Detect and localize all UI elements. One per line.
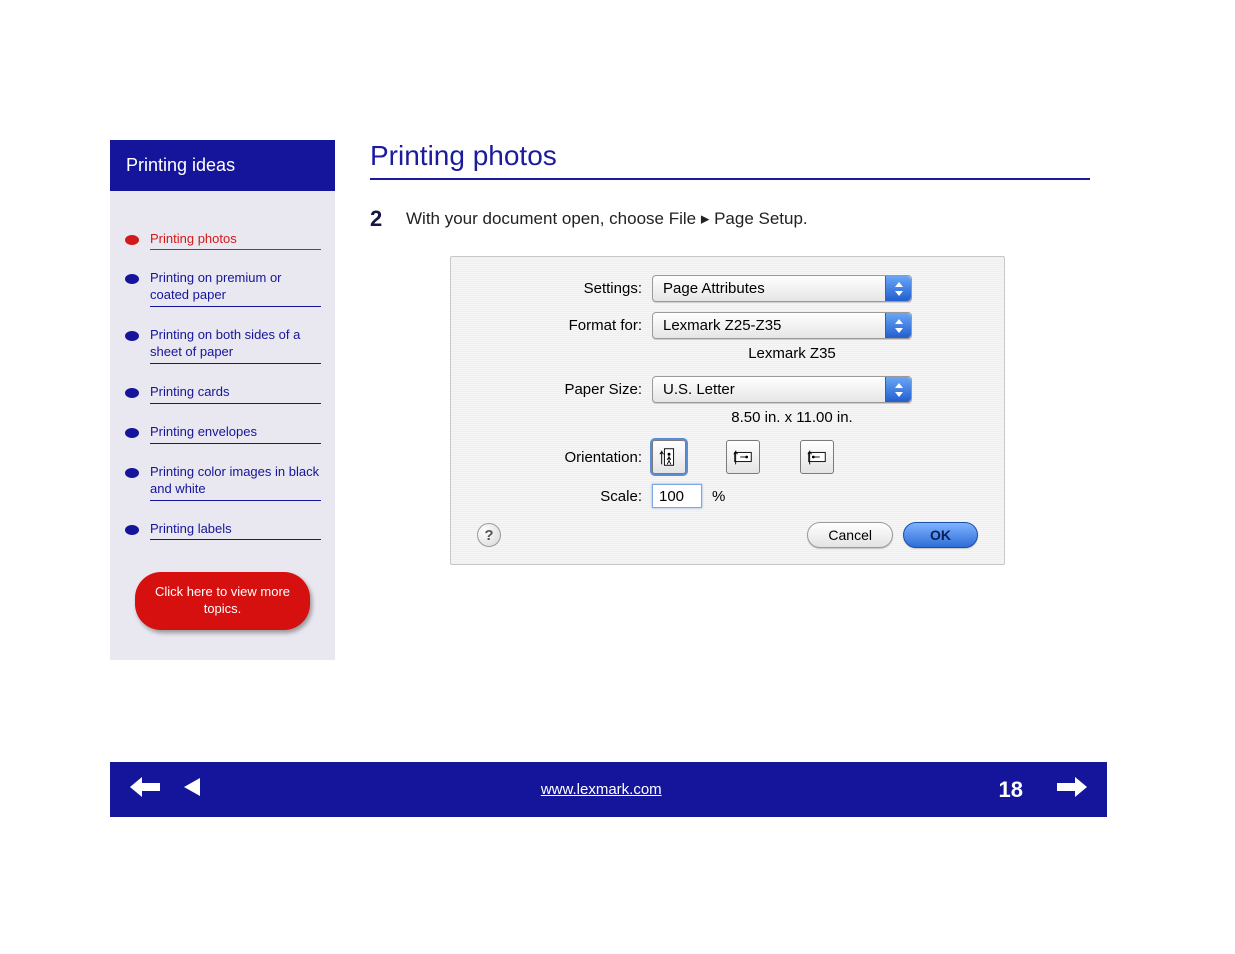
arrow-right-solid-icon xyxy=(1055,775,1089,799)
bullet-icon xyxy=(124,330,140,342)
help-icon: ? xyxy=(484,527,493,544)
orientation-portrait-button[interactable] xyxy=(652,440,686,474)
page-setup-dialog: Settings: Page Attributes Format for: Le… xyxy=(450,256,1005,565)
orientation-row: Orientation: xyxy=(477,440,978,474)
bullet-icon xyxy=(124,427,140,439)
paper-size-label: Paper Size: xyxy=(477,381,652,398)
bullet-icon xyxy=(124,524,140,536)
portrait-icon xyxy=(658,446,680,468)
arrow-left-solid-icon xyxy=(128,775,162,799)
nav-home-button[interactable] xyxy=(128,775,162,804)
format-for-value: Lexmark Z25-Z35 xyxy=(663,317,781,334)
sidebar-item-label: Printing labels xyxy=(150,521,321,541)
sidebar-item-label: Printing on both sides of a sheet of pap… xyxy=(150,327,321,364)
dropdown-arrows-icon xyxy=(885,377,911,402)
bottom-navbar: www.lexmark.com 18 xyxy=(110,762,1107,817)
cancel-button[interactable]: Cancel xyxy=(807,522,893,548)
sidebar-items: Printing photos Printing on premium or c… xyxy=(110,191,335,661)
sidebar-item-label: Printing envelopes xyxy=(150,424,321,444)
format-for-select[interactable]: Lexmark Z25-Z35 xyxy=(652,312,912,339)
sidebar-item-premium-paper[interactable]: Printing on premium or coated paper xyxy=(124,258,321,315)
scale-input[interactable] xyxy=(652,484,702,508)
step-text: With your document open, choose File ▸ P… xyxy=(406,206,808,232)
sidebar-item-envelopes[interactable]: Printing envelopes xyxy=(124,412,321,452)
dropdown-arrows-icon xyxy=(885,313,911,338)
page-title: Printing photos xyxy=(370,140,1090,180)
landscape-right-icon xyxy=(806,446,828,468)
main-content: Printing photos 2 With your document ope… xyxy=(370,140,1090,565)
paper-size-value: U.S. Letter xyxy=(663,381,735,398)
step-number: 2 xyxy=(370,206,392,232)
scale-suffix: % xyxy=(712,488,725,505)
sidebar-item-printing-photos[interactable]: Printing photos xyxy=(124,219,321,259)
settings-label: Settings: xyxy=(477,280,652,297)
sidebar-item-label: Printing on premium or coated paper xyxy=(150,270,321,307)
landscape-left-icon xyxy=(732,446,754,468)
sidebar-item-color-bw[interactable]: Printing color images in black and white xyxy=(124,452,321,509)
settings-select[interactable]: Page Attributes xyxy=(652,275,912,302)
dropdown-arrows-icon xyxy=(885,276,911,301)
triangle-left-icon xyxy=(180,775,204,799)
format-for-label: Format for: xyxy=(477,317,652,334)
sidebar-item-labels[interactable]: Printing labels xyxy=(124,509,321,549)
bullet-icon xyxy=(124,467,140,479)
paper-size-select[interactable]: U.S. Letter xyxy=(652,376,912,403)
sidebar-item-label: Printing cards xyxy=(150,384,321,404)
orientation-landscape-right-button[interactable] xyxy=(800,440,834,474)
format-for-row: Format for: Lexmark Z25-Z35 xyxy=(477,312,978,339)
sidebar: Printing ideas Printing photos Printing … xyxy=(110,140,335,660)
scale-label: Scale: xyxy=(477,488,652,505)
scale-row: Scale: % xyxy=(477,484,978,508)
sidebar-item-label: Printing color images in black and white xyxy=(150,464,321,501)
sidebar-item-cards[interactable]: Printing cards xyxy=(124,372,321,412)
nav-website-link[interactable]: www.lexmark.com xyxy=(226,781,977,798)
sidebar-item-duplex[interactable]: Printing on both sides of a sheet of pap… xyxy=(124,315,321,372)
paper-size-row: Paper Size: U.S. Letter xyxy=(477,376,978,403)
dialog-footer: ? Cancel OK xyxy=(477,522,978,548)
format-for-subtext: Lexmark Z35 xyxy=(662,345,922,362)
settings-row: Settings: Page Attributes xyxy=(477,275,978,302)
step-2: 2 With your document open, choose File ▸… xyxy=(370,206,1090,232)
nav-next-button[interactable] xyxy=(1055,775,1089,804)
sidebar-item-label: Printing photos xyxy=(150,231,321,251)
bullet-icon xyxy=(124,234,140,246)
bullet-icon xyxy=(124,273,140,285)
orientation-label: Orientation: xyxy=(477,449,652,466)
nav-page-number: 18 xyxy=(999,777,1023,803)
sidebar-more-topics-button[interactable]: Click here to view more topics. xyxy=(135,572,310,630)
paper-size-subtext: 8.50 in. x 11.00 in. xyxy=(662,409,922,426)
ok-button[interactable]: OK xyxy=(903,522,978,548)
sidebar-title: Printing ideas xyxy=(110,140,335,191)
nav-prev-button[interactable] xyxy=(180,775,204,804)
settings-value: Page Attributes xyxy=(663,280,765,297)
orientation-landscape-left-button[interactable] xyxy=(726,440,760,474)
bullet-icon xyxy=(124,387,140,399)
help-button[interactable]: ? xyxy=(477,523,501,547)
